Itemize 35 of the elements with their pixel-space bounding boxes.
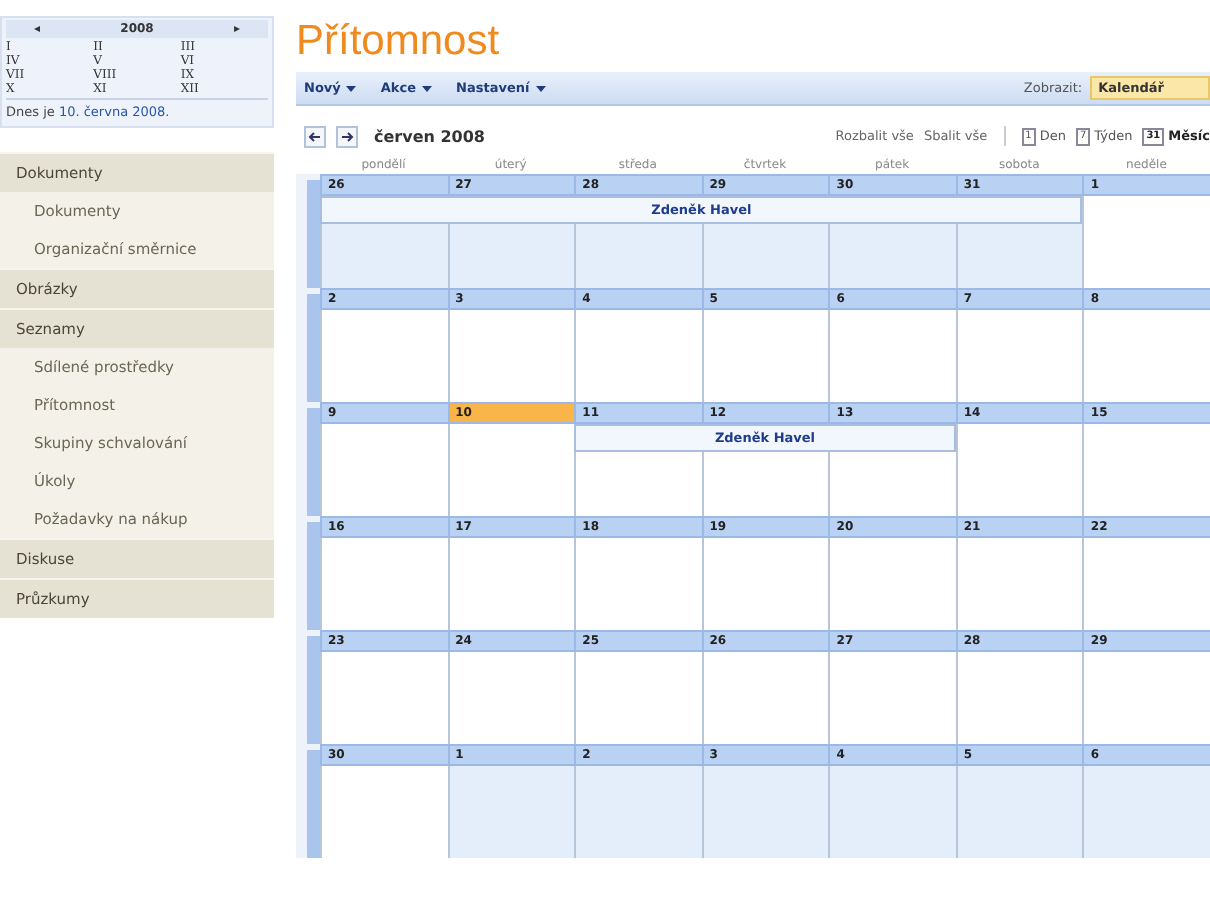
- week-handle[interactable]: [296, 174, 320, 288]
- next-button[interactable]: [336, 125, 358, 147]
- day-cell[interactable]: [701, 452, 829, 516]
- caret-icon: [346, 85, 357, 91]
- day-cell[interactable]: [574, 224, 702, 288]
- week-handle[interactable]: [296, 630, 320, 744]
- right-arrow-icon: [340, 129, 354, 143]
- day-cell[interactable]: [701, 766, 829, 858]
- day-cell[interactable]: [574, 766, 702, 858]
- page-title: Přítomnost: [296, 20, 502, 64]
- day-cell[interactable]: [701, 224, 829, 288]
- day-cell[interactable]: [955, 652, 1083, 744]
- day-cell[interactable]: [955, 766, 1083, 858]
- day-cell[interactable]: [320, 224, 448, 288]
- week-handle[interactable]: [296, 288, 320, 402]
- day-cell[interactable]: [955, 224, 1083, 288]
- month-heading: červen 2008: [374, 127, 485, 145]
- week-handle[interactable]: [296, 516, 320, 630]
- week-handle[interactable]: [296, 744, 320, 858]
- caret-icon: [422, 85, 433, 91]
- day-cell[interactable]: [1082, 766, 1210, 858]
- day-cell[interactable]: [955, 310, 1083, 402]
- day-cell[interactable]: [701, 652, 829, 744]
- day-cell[interactable]: [955, 424, 1083, 516]
- day-cell[interactable]: [828, 766, 956, 858]
- caret-icon: [535, 85, 546, 91]
- day-cell[interactable]: [447, 224, 575, 288]
- week-handle[interactable]: [296, 402, 320, 516]
- day-cell[interactable]: [955, 538, 1083, 630]
- day-cell[interactable]: [828, 224, 956, 288]
- day-cell[interactable]: [701, 310, 829, 402]
- left-arrow-icon: [308, 129, 322, 143]
- day-cell[interactable]: [701, 538, 829, 630]
- day-cell[interactable]: [447, 766, 575, 858]
- previous-button[interactable]: [304, 125, 326, 147]
